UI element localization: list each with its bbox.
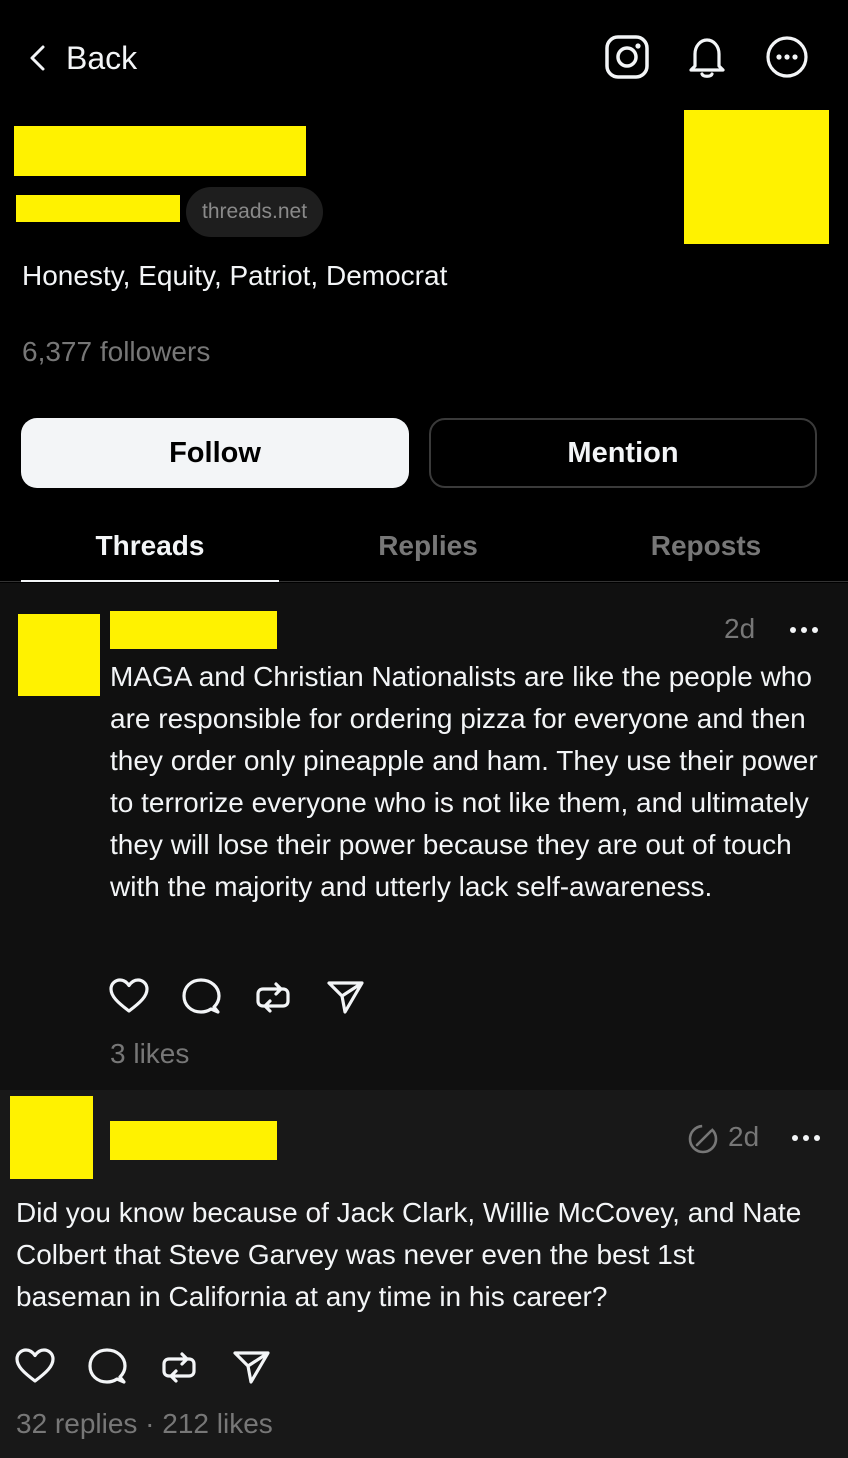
followers-count[interactable]: 6,377 followers <box>22 336 210 368</box>
post-text: MAGA and Christian Nationalists are like… <box>110 661 818 902</box>
heart-icon <box>15 1348 55 1383</box>
send-icon <box>327 981 364 1014</box>
tab-reposts[interactable]: Reposts <box>577 510 835 582</box>
post-more-button[interactable] <box>791 1133 821 1143</box>
edited-icon <box>688 1124 718 1154</box>
post-author-redacted[interactable] <box>110 611 277 649</box>
post-avatar-redacted[interactable] <box>10 1096 93 1179</box>
post-text: Did you know because of Jack Clark, Will… <box>16 1197 802 1312</box>
post-actions <box>109 976 397 1016</box>
post-timestamp: 2d <box>728 1121 760 1152</box>
post-actions <box>15 1346 303 1386</box>
repost-button[interactable] <box>253 976 325 1016</box>
header-actions <box>604 34 810 80</box>
active-tab-indicator <box>21 580 279 582</box>
share-button[interactable] <box>325 976 397 1016</box>
follow-button[interactable]: Follow <box>21 418 409 488</box>
post-author-redacted[interactable] <box>110 1121 277 1160</box>
bell-icon <box>689 38 725 78</box>
repost-icon <box>162 1352 196 1383</box>
back-label: Back <box>66 39 138 76</box>
comment-icon <box>88 1348 127 1384</box>
like-button[interactable] <box>15 1346 87 1386</box>
reply-button[interactable] <box>181 976 253 1016</box>
tab-replies[interactable]: Replies <box>299 510 557 582</box>
post-timestamp: 2d <box>724 613 756 644</box>
post-avatar-redacted[interactable] <box>18 614 100 696</box>
top-bar: Back <box>0 0 848 110</box>
profile-name-redacted <box>14 126 306 176</box>
post-stats[interactable]: 32 replies · 212 likes <box>16 1408 273 1440</box>
reply-button[interactable] <box>87 1346 159 1386</box>
repost-icon <box>256 982 290 1013</box>
back-button[interactable]: Back <box>22 34 137 82</box>
profile-handle-redacted <box>16 195 180 222</box>
profile-avatar-redacted <box>684 110 829 244</box>
post-more-button[interactable] <box>789 625 819 635</box>
chevron-left-icon <box>30 45 45 71</box>
domain-badge[interactable]: threads.net <box>186 187 324 237</box>
send-icon <box>233 1351 270 1384</box>
tab-threads[interactable]: Threads <box>21 510 279 582</box>
mention-button[interactable]: Mention <box>429 418 817 488</box>
profile-bio: Honesty, Equity, Patriot, Democrat <box>22 260 448 291</box>
more-horizontal-icon <box>792 1135 820 1141</box>
more-circle-icon <box>766 36 808 78</box>
post-stats[interactable]: 3 likes <box>110 1038 189 1070</box>
profile-tabs: Threads Replies Reposts <box>0 510 848 582</box>
more-options-button[interactable] <box>764 34 810 80</box>
repost-button[interactable] <box>159 1346 231 1386</box>
heart-icon <box>109 978 149 1013</box>
more-horizontal-icon <box>790 627 818 633</box>
comment-icon <box>182 978 221 1014</box>
instagram-button[interactable] <box>604 34 650 80</box>
instagram-icon <box>605 35 649 79</box>
share-button[interactable] <box>231 1346 303 1386</box>
like-button[interactable] <box>109 976 181 1016</box>
notifications-button[interactable] <box>684 34 730 80</box>
